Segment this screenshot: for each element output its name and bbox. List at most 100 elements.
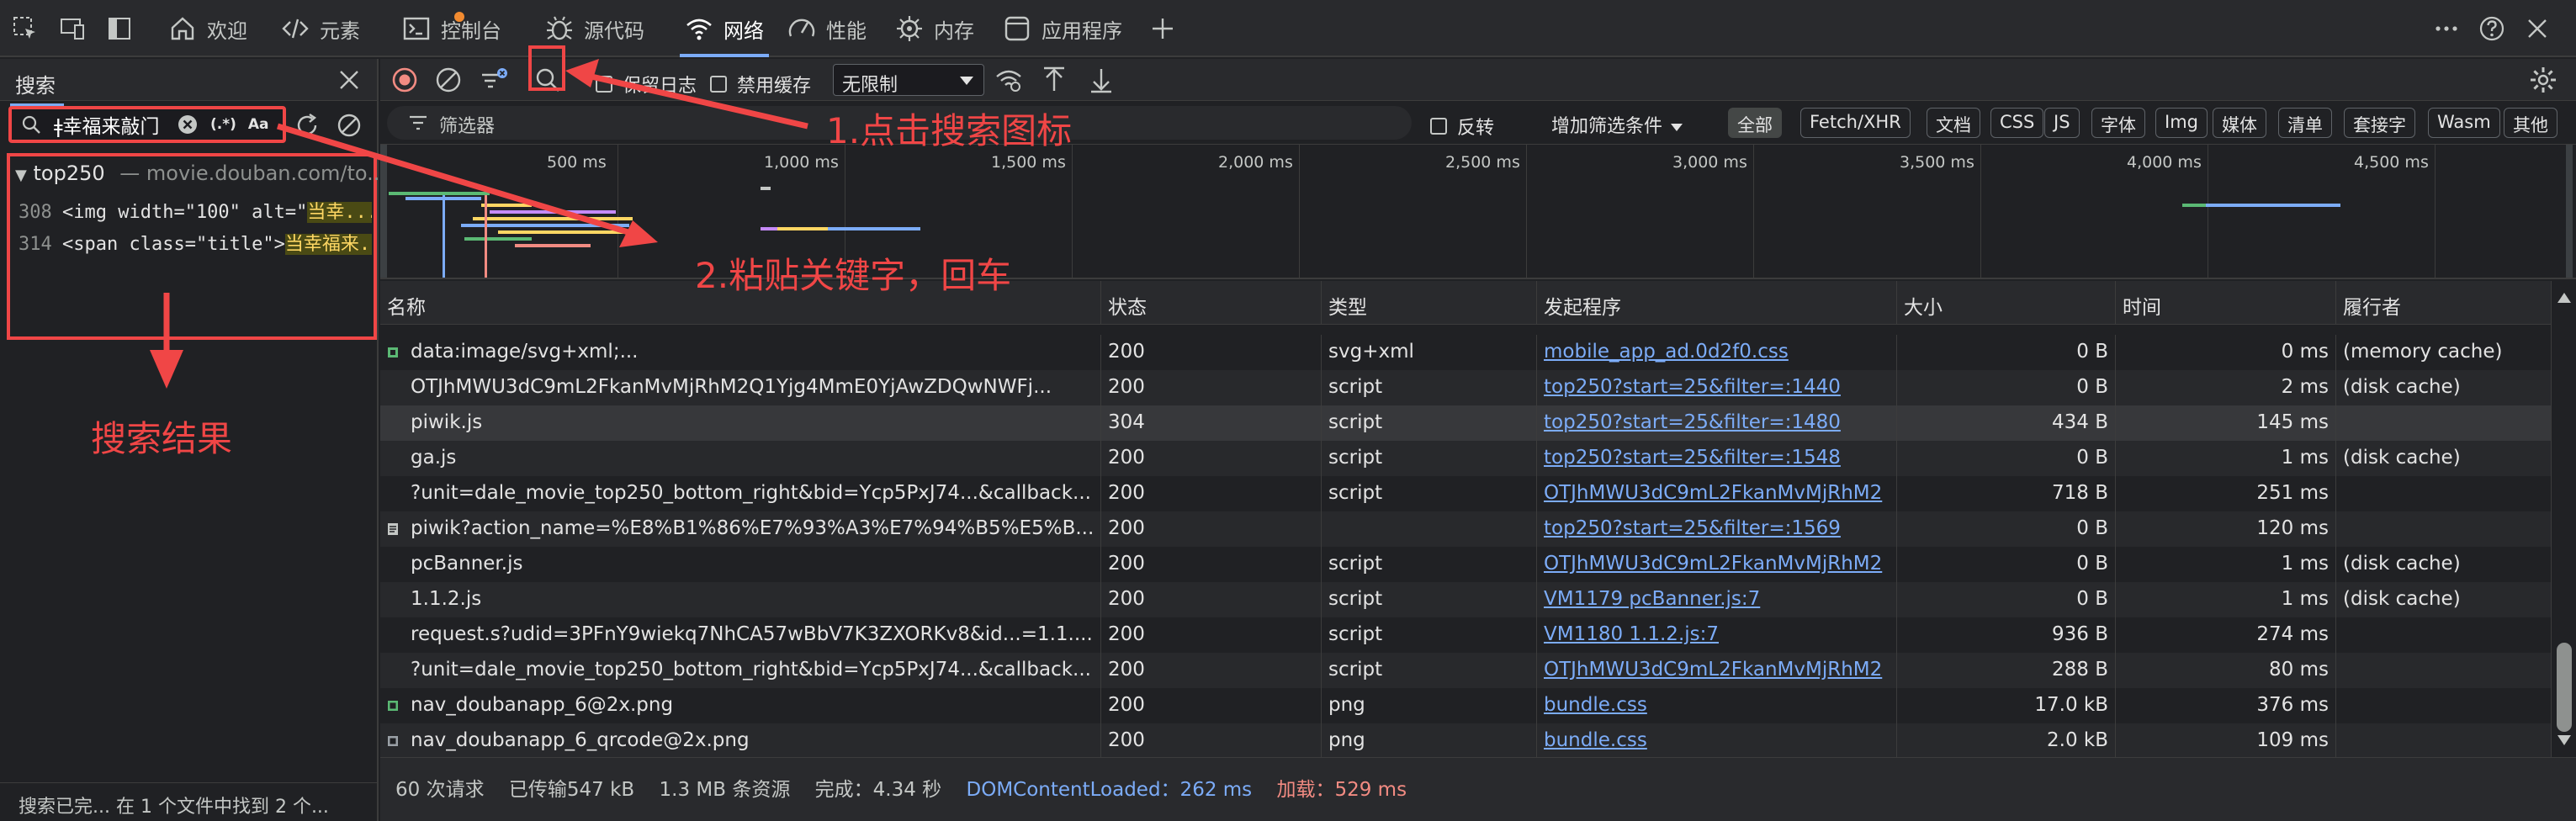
filter-chip-fetch[interactable]: Fetch/XHR <box>1800 108 1911 138</box>
table-row[interactable]: nav_doubanapp_6@2x.png 200 png bundle.css 17… <box>380 688 2551 723</box>
cell-initiator-text[interactable]: OTJhMWU3dC9mL2FkanMvMjRhM2 <box>1544 553 1882 575</box>
regex-toggle[interactable]: (.*) <box>210 116 236 133</box>
cell-initiator[interactable]: top250?start=25&filter=:1569 <box>1536 511 1896 547</box>
table-row[interactable]: pcBanner.js 200 script OTJhMWU3dC9mL2FkanMv… <box>380 547 2551 582</box>
table-row[interactable]: data:image/svg+xml;... 200 svg+xml mobile_a… <box>380 335 2551 370</box>
column-header-fulfilled-by[interactable]: 履行者 <box>2335 281 2551 325</box>
cell-initiator-text[interactable]: bundle.css <box>1544 694 1647 716</box>
preserve-log-checkbox[interactable]: 保留日志 <box>596 71 697 98</box>
tab-welcome[interactable]: 欢迎 <box>168 0 247 57</box>
filter-chip-font[interactable]: 字体 <box>2091 108 2145 138</box>
cell-initiator[interactable]: top250?start=25&filter=:1548 <box>1536 441 1896 476</box>
tab-memory[interactable]: 内存 <box>895 0 974 57</box>
tab-console[interactable]: 控制台 <box>402 0 501 57</box>
cell-initiator[interactable]: VM1180 1.1.2.js:7 <box>1536 617 1896 653</box>
tab-network[interactable]: 网络 <box>680 0 769 57</box>
table-row[interactable]: ?unit=dale_movie_top250_bottom_right&bid… <box>380 653 2551 688</box>
cell-initiator[interactable]: VM1179 pcBanner.js:7 <box>1536 582 1896 617</box>
scroll-down-icon[interactable] <box>2557 735 2571 745</box>
column-header-initiator[interactable]: 发起程序 <box>1536 281 1896 325</box>
cell-initiator-text[interactable]: top250?start=25&filter=:1548 <box>1544 447 1841 469</box>
gear-icon[interactable] <box>2529 66 2557 94</box>
filter-chip-all[interactable]: 全部 <box>1728 108 1782 138</box>
cell-initiator[interactable]: bundle.css <box>1536 723 1896 757</box>
cell-initiator[interactable]: OTJhMWU3dC9mL2FkanMvMjRhM2 <box>1536 476 1896 511</box>
cell-initiator-text[interactable]: bundle.css <box>1544 729 1647 751</box>
table-row[interactable]: request.s?udid=3PFnY9wiekq7NhCA57wBbV7K3… <box>380 617 2551 653</box>
add-tab-icon[interactable] <box>1149 15 1176 42</box>
close-icon[interactable] <box>335 66 363 94</box>
filter-chip-socket[interactable]: 套接字 <box>2344 108 2415 138</box>
filter-settings-icon[interactable] <box>480 66 508 94</box>
clear-results-icon[interactable] <box>335 111 363 140</box>
refresh-icon[interactable] <box>293 111 321 140</box>
import-har-icon[interactable] <box>1040 66 1068 94</box>
expand-triangle-icon[interactable]: ▼ <box>15 167 27 184</box>
scrollbar-thumb[interactable] <box>2557 643 2572 732</box>
search-input[interactable]: ǂ幸福来敲门 (.*) Aa <box>8 106 286 143</box>
disable-cache-checkbox[interactable]: 禁用缓存 <box>710 71 811 98</box>
search-panel-title[interactable]: 搜索 <box>10 69 64 107</box>
column-header-type[interactable]: 类型 <box>1321 281 1536 325</box>
tab-application[interactable]: 应用程序 <box>1003 0 1122 57</box>
checkbox-box[interactable] <box>596 76 612 93</box>
tab-elements[interactable]: 元素 <box>281 0 360 57</box>
filter-chip-js[interactable]: JS <box>2044 108 2080 138</box>
cell-initiator[interactable]: OTJhMWU3dC9mL2FkanMvMjRhM2 <box>1536 547 1896 582</box>
cell-initiator[interactable]: top250?start=25&filter=:1480 <box>1536 405 1896 441</box>
filter-chip-css[interactable]: CSS <box>1990 108 2044 138</box>
inspect-element-icon[interactable] <box>12 15 39 42</box>
table-row[interactable]: ga.js 200 script top250?start=25&filter=:15… <box>380 441 2551 476</box>
result-line[interactable]: 308 <img width="100" alt="当幸... <box>19 197 372 224</box>
throttling-select[interactable]: 无限制 <box>833 64 984 96</box>
dock-sidebar-icon[interactable] <box>106 15 133 42</box>
filter-chip-media[interactable]: 媒体 <box>2213 108 2266 138</box>
more-filters-dropdown[interactable]: 增加筛选条件 <box>1551 111 1683 138</box>
column-header-size[interactable]: 大小 <box>1896 281 2115 325</box>
table-row[interactable]: 1.1.2.js 200 script VM1179 pcBanner.js:7 0 B… <box>380 582 2551 617</box>
table-row[interactable]: piwik.js 304 script top250?start=25&filter=… <box>380 405 2551 441</box>
checkbox-box[interactable] <box>710 76 727 93</box>
match-case-toggle[interactable]: Aa <box>248 116 269 133</box>
timeline-left-handle[interactable] <box>380 145 387 278</box>
filter-chip-img[interactable]: Img <box>2155 108 2208 138</box>
cell-initiator-text[interactable]: OTJhMWU3dC9mL2FkanMvMjRhM2 <box>1544 482 1882 504</box>
filter-chip-other[interactable]: 其他 <box>2504 108 2557 138</box>
close-devtools-icon[interactable] <box>2524 15 2551 42</box>
more-icon[interactable] <box>2433 15 2460 42</box>
help-icon[interactable] <box>2478 15 2505 42</box>
cell-initiator-text[interactable]: top250?start=25&filter=:1480 <box>1544 411 1841 433</box>
result-line[interactable]: 314 <span class="title">当幸福来... <box>19 229 372 256</box>
table-row[interactable]: OTJhMWU3dC9mL2FkanMvMjRhM2Q1Yjg4MmE0YjAw… <box>380 370 2551 405</box>
filter-chip-doc[interactable]: 文档 <box>1927 108 1980 138</box>
cell-initiator-text[interactable]: VM1179 pcBanner.js:7 <box>1544 588 1760 610</box>
search-query[interactable]: ǂ幸福来敲门 <box>54 110 172 139</box>
network-conditions-icon[interactable] <box>994 66 1023 94</box>
table-scrollbar[interactable] <box>2551 281 2576 757</box>
cell-initiator[interactable]: mobile_app_ad.0d2f0.css <box>1536 335 1896 370</box>
cell-initiator-text[interactable]: OTJhMWU3dC9mL2FkanMvMjRhM2 <box>1544 659 1882 681</box>
result-file[interactable]: ▼ top250 — movie.douban.com/to... <box>15 162 386 185</box>
cell-initiator[interactable]: OTJhMWU3dC9mL2FkanMvMjRhM2 <box>1536 653 1896 688</box>
invert-checkbox[interactable]: 反转 <box>1430 113 1494 140</box>
table-row[interactable]: nav_doubanapp_6_qrcode@2x.png 200 png bundl… <box>380 723 2551 757</box>
cell-initiator[interactable]: top250?start=25&filter=:1440 <box>1536 370 1896 405</box>
tab-performance[interactable]: 性能 <box>787 0 867 57</box>
cell-initiator-text[interactable]: mobile_app_ad.0d2f0.css <box>1544 341 1789 363</box>
column-header-time[interactable]: 时间 <box>2115 281 2335 325</box>
cell-initiator-text[interactable]: top250?start=25&filter=:1440 <box>1544 376 1841 398</box>
timeline-right-handle[interactable] <box>2566 145 2573 278</box>
column-header-status[interactable]: 状态 <box>1100 281 1321 325</box>
filter-chip-wasm[interactable]: Wasm <box>2428 108 2500 138</box>
filter-chip-manifest[interactable]: 清单 <box>2278 108 2332 138</box>
table-row[interactable]: ?unit=dale_movie_top250_bottom_right&bid… <box>380 476 2551 511</box>
device-toolbar-icon[interactable] <box>59 15 86 42</box>
clear-search-icon[interactable] <box>177 114 199 135</box>
scroll-up-icon[interactable] <box>2557 293 2571 303</box>
export-har-icon[interactable] <box>1087 66 1116 94</box>
cell-initiator-text[interactable]: top250?start=25&filter=:1569 <box>1544 517 1841 539</box>
table-row[interactable]: piwik?action_name=%E8%B1%86%E7%93%A3%E7%… <box>380 511 2551 547</box>
cell-initiator-text[interactable]: VM1180 1.1.2.js:7 <box>1544 623 1719 645</box>
record-icon[interactable] <box>390 66 419 94</box>
cell-initiator[interactable]: bundle.css <box>1536 688 1896 723</box>
